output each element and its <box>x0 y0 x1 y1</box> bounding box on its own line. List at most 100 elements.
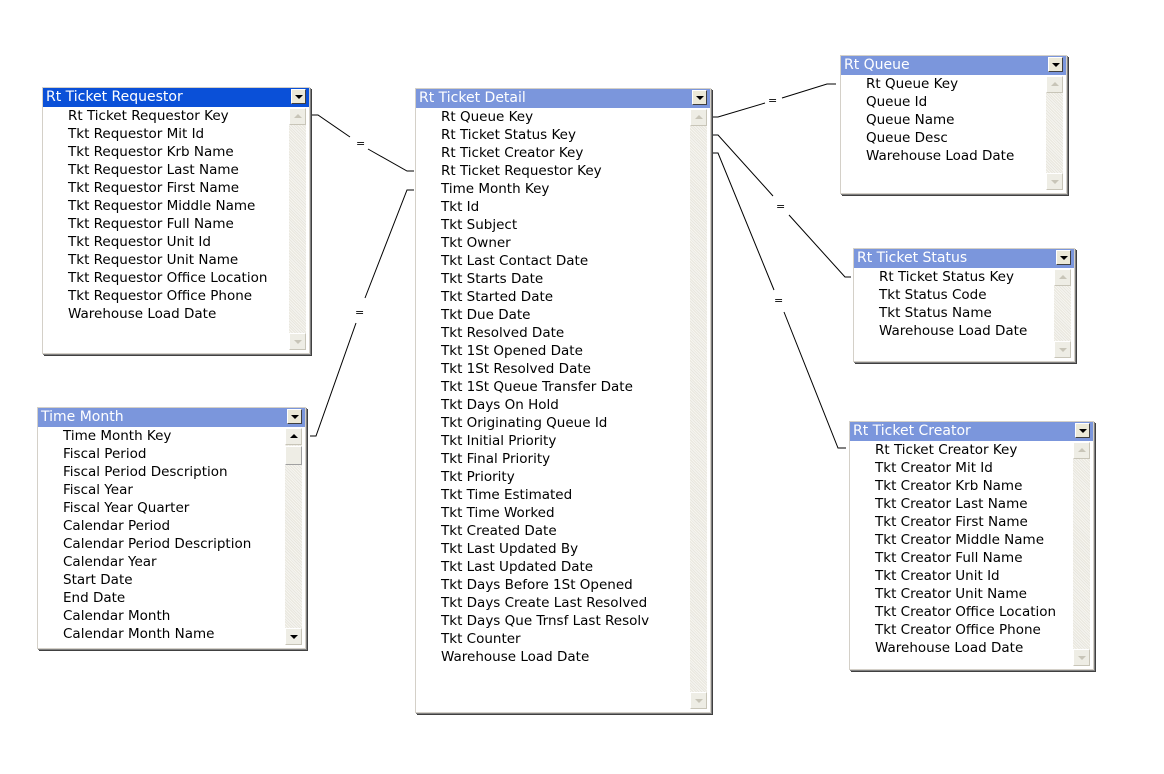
column-item[interactable]: Tkt Created Date <box>416 522 690 540</box>
scroll-down-icon[interactable] <box>1046 173 1063 190</box>
column-item[interactable]: Tkt Creator Full Name <box>850 549 1073 567</box>
column-item[interactable]: Tkt Last Updated By <box>416 540 690 558</box>
column-item[interactable]: Tkt 1St Queue Transfer Date <box>416 378 690 396</box>
table-rt-queue[interactable]: Rt Queue Rt Queue Key Queue Id Queue Name Q… <box>840 55 1067 194</box>
column-item[interactable]: Calendar Period <box>38 517 285 535</box>
scroll-down-icon[interactable] <box>1054 341 1071 358</box>
column-item[interactable]: Fiscal Period <box>38 445 285 463</box>
column-item[interactable]: Tkt Final Priority <box>416 450 690 468</box>
column-item[interactable]: Fiscal Year Quarter <box>38 499 285 517</box>
scrollbar[interactable] <box>1046 76 1063 190</box>
column-item[interactable]: Tkt Requestor Office Phone <box>43 287 289 305</box>
column-item[interactable]: Warehouse Load Date <box>841 147 1046 165</box>
column-item[interactable]: Calendar Period Description <box>38 535 285 553</box>
column-item[interactable]: Tkt Requestor First Name <box>43 179 289 197</box>
column-item[interactable]: Tkt Initial Priority <box>416 432 690 450</box>
column-item[interactable]: Tkt Creator Krb Name <box>850 477 1073 495</box>
table-title[interactable]: Rt Ticket Requestor <box>43 88 309 107</box>
column-item[interactable]: Tkt Requestor Office Location <box>43 269 289 287</box>
column-item[interactable]: Tkt Last Contact Date <box>416 252 690 270</box>
table-rt-ticket-status[interactable]: Rt Ticket Status Rt Ticket Status Key Tkt… <box>853 248 1075 362</box>
join-line-detail-queue[interactable] <box>781 83 836 99</box>
scroll-down-icon[interactable] <box>1073 649 1090 666</box>
column-item[interactable]: Rt Ticket Requestor Key <box>43 107 289 125</box>
scroll-up-icon[interactable] <box>1054 269 1071 286</box>
column-item[interactable]: Tkt Counter <box>416 630 690 648</box>
column-item[interactable]: Tkt Requestor Middle Name <box>43 197 289 215</box>
column-item[interactable]: Fiscal Year <box>38 481 285 499</box>
column-item[interactable]: Tkt Creator Office Location <box>850 603 1073 621</box>
column-item[interactable]: Tkt 1St Opened Date <box>416 342 690 360</box>
dropdown-arrow-icon[interactable] <box>1048 57 1063 72</box>
dropdown-arrow-icon[interactable] <box>291 89 306 104</box>
join-line-timemonth-detail[interactable] <box>310 322 357 437</box>
dropdown-arrow-icon[interactable] <box>1056 250 1071 265</box>
dropdown-arrow-icon[interactable] <box>1075 423 1090 438</box>
column-item[interactable]: Calendar Month <box>38 607 285 625</box>
column-item[interactable]: Tkt Creator Last Name <box>850 495 1073 513</box>
column-item[interactable]: Tkt Days Que Trnsf Last Resolv <box>416 612 690 630</box>
table-title[interactable]: Rt Queue <box>841 56 1066 75</box>
table-title[interactable]: Time Month <box>38 408 305 427</box>
column-item[interactable]: Tkt Days Before 1St Opened <box>416 576 690 594</box>
dropdown-arrow-icon[interactable] <box>692 90 707 105</box>
column-item[interactable]: Fiscal Period Description <box>38 463 285 481</box>
scrollbar[interactable] <box>289 108 306 350</box>
column-item[interactable]: Tkt Requestor Last Name <box>43 161 289 179</box>
column-item[interactable]: Rt Ticket Requestor Key <box>416 162 690 180</box>
column-item[interactable]: Time Month Key <box>416 180 690 198</box>
column-item[interactable]: Tkt Subject <box>416 216 690 234</box>
join-line-detail-creator[interactable] <box>712 152 775 291</box>
column-item[interactable]: Tkt Creator First Name <box>850 513 1073 531</box>
column-item[interactable]: Tkt Creator Mit Id <box>850 459 1073 477</box>
table-rt-ticket-detail[interactable]: Rt Ticket Detail Rt Queue Key Rt Ticket S… <box>415 88 711 713</box>
column-item[interactable]: Tkt Started Date <box>416 288 690 306</box>
scroll-up-icon[interactable] <box>690 109 707 126</box>
table-title[interactable]: Rt Ticket Status <box>854 249 1074 268</box>
column-item[interactable]: Tkt Days On Hold <box>416 396 690 414</box>
column-item[interactable]: Tkt Priority <box>416 468 690 486</box>
column-item[interactable]: Rt Ticket Creator Key <box>416 144 690 162</box>
column-item[interactable]: Tkt Status Name <box>854 304 1054 322</box>
column-item[interactable]: Tkt Starts Date <box>416 270 690 288</box>
join-line-detail-status[interactable] <box>712 134 774 197</box>
scrollbar[interactable] <box>1073 442 1090 666</box>
column-item[interactable]: Tkt Time Estimated <box>416 486 690 504</box>
column-item[interactable]: Tkt Id <box>416 198 690 216</box>
column-item[interactable]: Rt Queue Key <box>416 108 690 126</box>
scrollbar[interactable] <box>1054 269 1071 358</box>
column-item[interactable]: Tkt Days Create Last Resolved <box>416 594 690 612</box>
column-item[interactable]: Warehouse Load Date <box>43 305 289 323</box>
join-line-detail-queue[interactable] <box>712 102 766 118</box>
column-item[interactable]: Warehouse Load Date <box>416 648 690 666</box>
column-item[interactable]: Queue Id <box>841 93 1046 111</box>
table-time-month[interactable]: Time Month Time Month Key Fiscal Period Fi… <box>37 407 306 649</box>
column-item[interactable]: Queue Name <box>841 111 1046 129</box>
column-item[interactable]: Tkt Last Updated Date <box>416 558 690 576</box>
column-item[interactable]: Tkt Requestor Full Name <box>43 215 289 233</box>
column-item[interactable]: Rt Ticket Creator Key <box>850 441 1073 459</box>
join-line-requestor-detail[interactable] <box>367 148 414 172</box>
scroll-up-icon[interactable] <box>1073 442 1090 459</box>
join-line-detail-status[interactable] <box>788 214 851 278</box>
column-item[interactable]: Time Month Key <box>38 427 285 445</box>
column-item[interactable]: End Date <box>38 589 285 607</box>
scrollbar[interactable] <box>690 109 707 709</box>
column-item[interactable]: Warehouse Load Date <box>850 639 1073 657</box>
table-rt-ticket-creator[interactable]: Rt Ticket Creator Rt Ticket Creator Key T… <box>849 421 1094 670</box>
scroll-thumb[interactable] <box>285 446 302 465</box>
table-title[interactable]: Rt Ticket Detail <box>416 89 710 108</box>
column-item[interactable]: Tkt Creator Unit Id <box>850 567 1073 585</box>
column-item[interactable]: Tkt Creator Office Phone <box>850 621 1073 639</box>
join-line-timemonth-detail[interactable] <box>364 189 414 299</box>
column-item[interactable]: Tkt Requestor Mit Id <box>43 125 289 143</box>
column-item[interactable]: Start Date <box>38 571 285 589</box>
scroll-down-icon[interactable] <box>289 333 306 350</box>
column-item[interactable]: Warehouse Load Date <box>854 322 1054 340</box>
scroll-up-icon[interactable] <box>289 108 306 125</box>
column-item[interactable]: Tkt Status Code <box>854 286 1054 304</box>
column-item[interactable]: Tkt Creator Unit Name <box>850 585 1073 603</box>
scroll-down-icon[interactable] <box>690 692 707 709</box>
scroll-up-icon[interactable] <box>285 428 302 445</box>
table-title[interactable]: Rt Ticket Creator <box>850 422 1093 441</box>
